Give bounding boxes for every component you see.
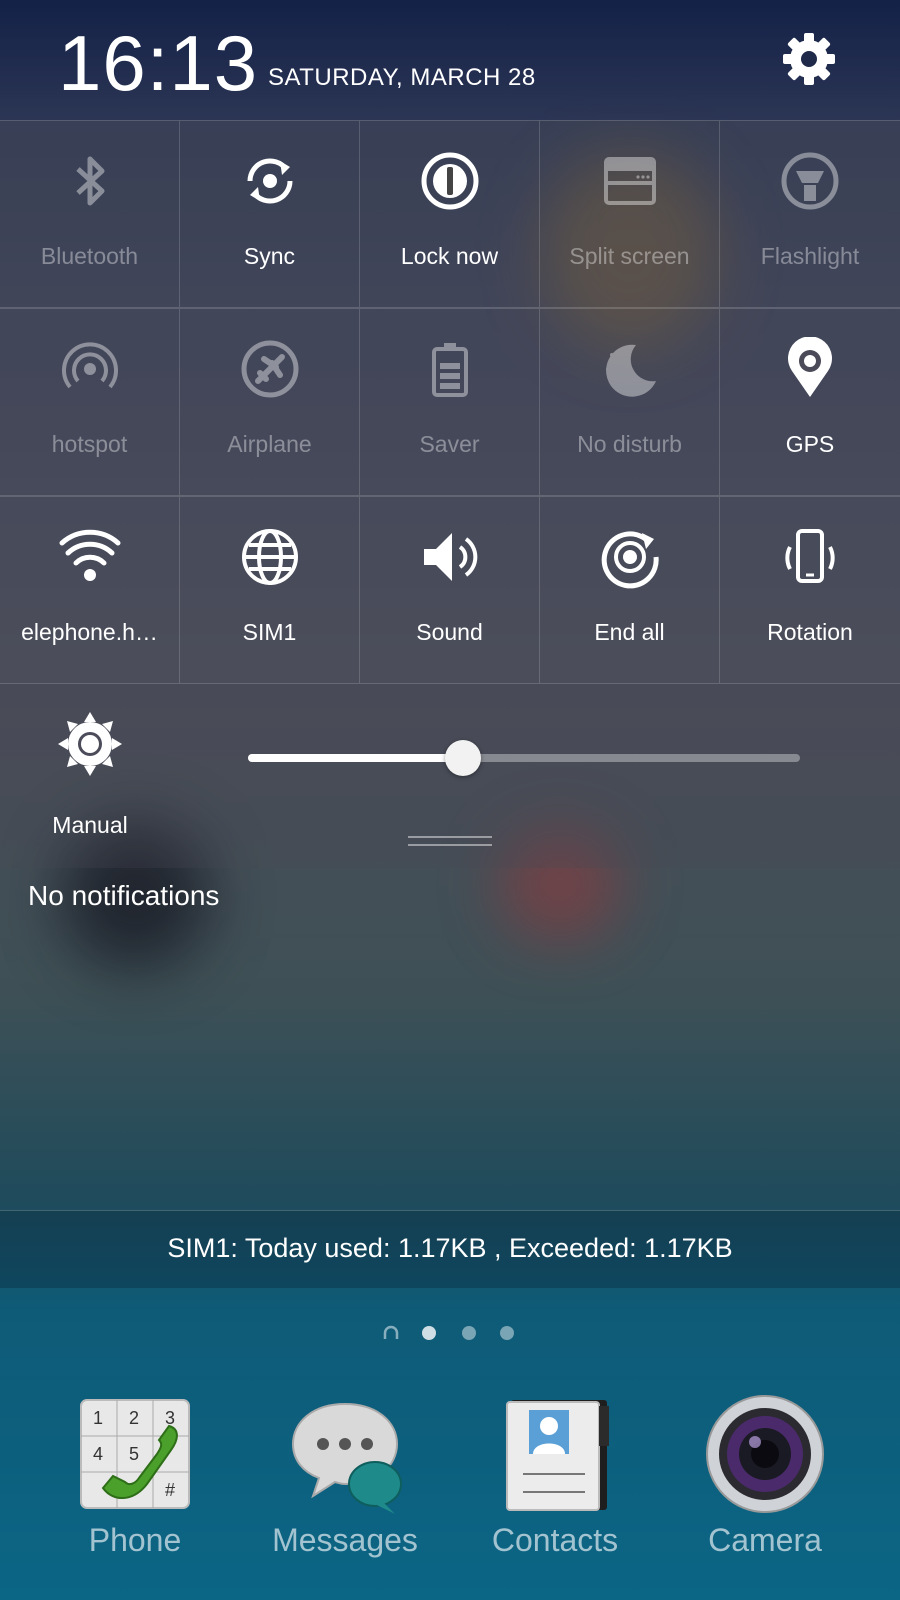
moon-icon [605,344,656,397]
tile-label: End all [594,619,665,645]
page-indicator [380,1324,520,1344]
app-label: Messages [272,1522,418,1558]
brightness-slider[interactable] [248,740,800,776]
tile-label: GPS [785,431,835,457]
quick-settings-grid: Bluetooth Sync Lock now Split screen Fla… [0,120,900,684]
bluetooth-icon [75,156,104,206]
end-all-icon [601,531,659,589]
notification-header: 16:13 SATURDAY, MARCH 28 [0,0,900,120]
svg-text:1: 1 [93,1408,103,1428]
tile-bluetooth[interactable]: Bluetooth [0,120,180,308]
app-contacts[interactable]: Contacts [450,1392,660,1592]
brightness-slider-fill [248,754,464,762]
svg-text:3: 3 [165,1408,175,1428]
app-camera[interactable]: Camera [660,1392,870,1592]
tile-label: Sound [416,619,483,645]
power-lock-icon [421,152,478,210]
brightness-slider-thumb[interactable] [445,740,482,776]
tile-label: SIM1 [242,619,297,645]
globe-icon [241,529,298,585]
svg-text:2: 2 [129,1408,139,1428]
tile-label: Rotation [767,619,853,645]
sync-icon [247,158,292,204]
rotation-icon [785,529,835,583]
app-label: Camera [708,1522,822,1558]
camera-icon [706,1395,824,1513]
date-label: SATURDAY, MARCH 28 [268,64,536,91]
tile-label: Split screen [569,243,690,269]
app-label: Phone [88,1522,182,1558]
wifi-icon [59,529,120,581]
app-phone[interactable]: 1 2 3 4 5 # Phone [30,1392,240,1592]
tile-sync[interactable]: Sync [180,120,360,308]
tile-label: hotspot [51,431,128,457]
battery-saver-icon [431,343,468,397]
gear-icon[interactable] [780,30,838,88]
location-pin-icon [788,337,832,397]
tile-sound[interactable]: Sound [360,496,540,684]
contacts-icon [506,1400,609,1511]
tile-label: elephone.h… [21,619,158,645]
page-dot[interactable] [462,1326,476,1340]
page-dot[interactable] [422,1326,436,1340]
tile-end-all[interactable]: End all [540,496,720,684]
svg-text:4: 4 [93,1444,103,1464]
brightness-panel: Manual [0,684,900,868]
airplane-icon [241,340,298,398]
tile-lock-now[interactable]: Lock now [360,120,540,308]
drag-handle[interactable] [408,836,492,846]
tile-flashlight[interactable]: Flashlight [720,120,900,308]
tile-no-disturb[interactable]: No disturb [540,308,720,496]
tile-sim1[interactable]: SIM1 [180,496,360,684]
phone-dialer-icon: 1 2 3 4 5 # [80,1399,190,1509]
app-dock: 1 2 3 4 5 # Phone Messages Contacts Came… [0,1392,900,1600]
app-messages[interactable]: Messages [240,1392,450,1592]
tile-label: Sync [243,243,296,269]
app-label: Contacts [491,1522,619,1558]
tile-label: No disturb [577,431,682,457]
empty-notifications-text: No notifications [28,880,220,911]
tile-saver[interactable]: Saver [360,308,540,496]
page-dot[interactable] [500,1326,514,1340]
data-usage-bar[interactable]: SIM1: Today used: 1.17KB , Exceeded: 1.1… [0,1210,900,1288]
svg-text:5: 5 [129,1444,139,1464]
messages-icon [291,1402,402,1514]
tile-label: Saver [419,431,480,457]
split-screen-icon [603,157,656,205]
tile-hotspot[interactable]: hotspot [0,308,180,496]
speaker-icon [423,533,477,581]
brightness-mode-label: Manual [52,812,128,838]
tile-split-screen[interactable]: Split screen [540,120,720,308]
tile-gps[interactable]: GPS [720,308,900,496]
tile-label: Airplane [227,431,312,457]
clock: 16:13 [58,19,259,107]
flashlight-icon [781,152,839,210]
tile-label: Bluetooth [40,243,139,269]
tile-label: Lock now [400,243,499,269]
tile-label: Flashlight [760,243,860,269]
hotspot-icon [61,342,118,389]
tile-wifi[interactable]: elephone.h… [0,496,180,684]
svg-text:#: # [165,1480,175,1500]
tile-rotation[interactable]: Rotation [720,496,900,684]
tile-airplane[interactable]: Airplane [180,308,360,496]
home-indicator-icon [383,1325,399,1339]
brightness-icon[interactable] [56,710,124,778]
